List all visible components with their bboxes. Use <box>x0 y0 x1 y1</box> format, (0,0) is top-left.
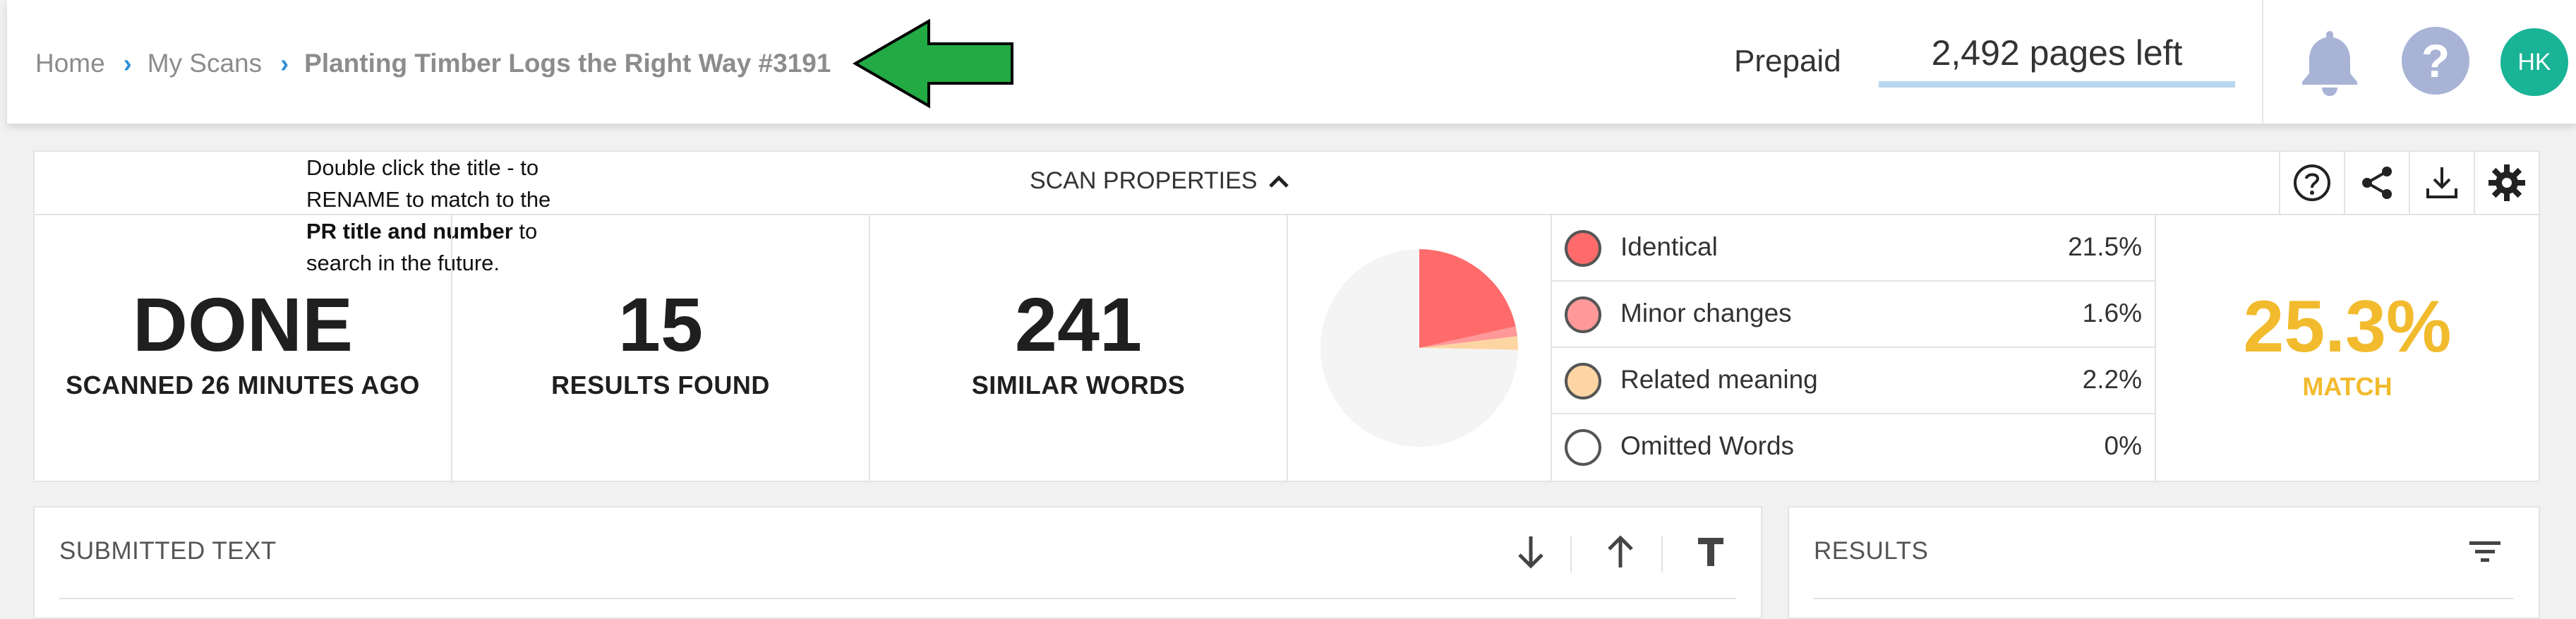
pages-left-bar <box>1879 81 2235 88</box>
annotation-line: RENAME to match to the <box>306 187 551 212</box>
legend-dot <box>1565 429 1601 466</box>
legend-row-identical[interactable]: Identical 21.5% <box>1551 215 2156 282</box>
annotation-line: Double click the title - to <box>306 155 539 180</box>
legend-dot <box>1565 230 1601 267</box>
legend-row-omitted-words[interactable]: Omitted Words 0% <box>1551 414 2156 481</box>
similar-value: 241 <box>1014 282 1143 367</box>
arrow-down-icon[interactable] <box>1503 527 1559 577</box>
scan-title[interactable]: Planting Timber Logs the Right Way #3191 <box>304 49 831 78</box>
plan-label: Prepaid <box>1734 44 1841 78</box>
toolbar-divider <box>1570 536 1572 572</box>
panel-divider <box>59 598 1736 599</box>
status-cell: DONE SCANNED 26 MINUTES AGO <box>35 215 452 481</box>
results-value: 15 <box>618 282 704 367</box>
help-icon[interactable]: ? <box>2402 27 2469 95</box>
help-circle-icon[interactable] <box>2279 152 2344 214</box>
legend-percent: 2.2% <box>2082 365 2142 394</box>
legend-label: Minor changes <box>1620 299 1792 327</box>
scan-properties-panel: SCAN PROPERTIES Double click the title -… <box>33 150 2540 482</box>
breadcrumb-home[interactable]: Home <box>35 49 105 78</box>
submitted-text-title: SUBMITTED TEXT <box>59 537 277 565</box>
avatar[interactable]: HK <box>2500 28 2568 96</box>
download-icon[interactable] <box>2409 152 2474 214</box>
legend-percent: 0% <box>2104 431 2142 460</box>
chevron-right-icon: › <box>280 49 289 78</box>
legend-label: Omitted Words <box>1620 431 1795 460</box>
legend-label: Related meaning <box>1620 365 1818 394</box>
match-label: MATCH <box>2302 372 2393 401</box>
scan-properties-title: SCAN PROPERTIES <box>1030 167 1258 194</box>
status-label: SCANNED 26 MINUTES AGO <box>66 371 420 399</box>
legend-dot <box>1565 363 1601 399</box>
legend-label: Identical <box>1620 232 1718 261</box>
similar-label: SIMILAR WORDS <box>971 371 1186 399</box>
scan-properties-toggle[interactable]: SCAN PROPERTIES <box>1030 167 1289 195</box>
status-value: DONE <box>132 282 354 367</box>
legend-percent: 1.6% <box>2082 299 2142 327</box>
submitted-text-panel: SUBMITTED TEXT <box>33 506 1762 619</box>
legend-dot <box>1565 296 1601 333</box>
chevron-right-icon: › <box>123 49 132 78</box>
match-value: 25.3% <box>2243 286 2452 368</box>
panel-divider <box>1814 598 2514 599</box>
toolbar-divider <box>1661 536 1663 572</box>
filter-icon[interactable] <box>2457 527 2513 577</box>
results-cell: 15 RESULTS FOUND <box>452 215 870 481</box>
scan-tools <box>2279 152 2539 214</box>
results-title: RESULTS <box>1814 537 1929 565</box>
pages-left-bar-fill <box>1879 81 2235 88</box>
pie-cell <box>1288 215 1551 481</box>
settings-icon[interactable] <box>2474 152 2539 214</box>
share-icon[interactable] <box>2344 152 2409 214</box>
results-label: RESULTS FOUND <box>551 371 770 399</box>
similar-cell: 241 SIMILAR WORDS <box>870 215 1288 481</box>
breadcrumb: Home › My Scans › Planting Timber Logs t… <box>35 44 831 83</box>
match-cell: 25.3% MATCH <box>2156 215 2539 481</box>
pages-left-text: 2,492 pages left <box>1931 33 2183 73</box>
pages-left[interactable]: 2,492 pages left <box>1879 28 2235 88</box>
top-bar: Home › My Scans › Planting Timber Logs t… <box>7 0 2576 124</box>
header-divider <box>2262 0 2263 124</box>
breadcrumb-my-scans[interactable]: My Scans <box>148 49 262 78</box>
match-pie-chart <box>1320 249 1518 447</box>
scan-stats: DONE SCANNED 26 MINUTES AGO 15 RESULTS F… <box>35 215 2539 481</box>
legend-row-minor-changes[interactable]: Minor changes 1.6% <box>1551 282 2156 348</box>
results-panel: RESULTS <box>1788 506 2540 619</box>
legend-row-related-meaning[interactable]: Related meaning 2.2% <box>1551 348 2156 414</box>
chevron-up-icon <box>1269 174 1289 188</box>
text-format-icon[interactable] <box>1683 527 1739 577</box>
arrow-left-icon <box>853 18 1013 109</box>
bell-icon[interactable] <box>2299 27 2360 97</box>
match-legend: Identical 21.5% Minor changes 1.6% Relat… <box>1551 215 2156 481</box>
legend-percent: 21.5% <box>2068 232 2142 261</box>
arrow-up-icon[interactable] <box>1592 527 1649 577</box>
